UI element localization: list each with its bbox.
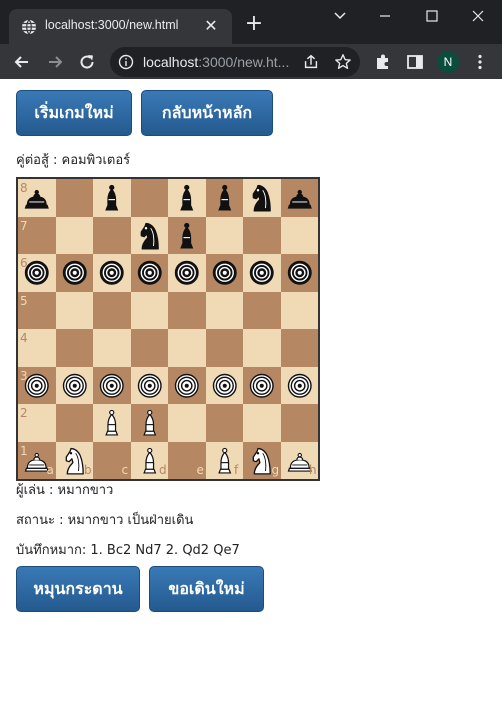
black-knight-icon[interactable] bbox=[243, 179, 281, 217]
white-bishop-icon[interactable] bbox=[93, 404, 131, 442]
square-f7[interactable] bbox=[205, 216, 243, 254]
square-g4[interactable] bbox=[243, 329, 281, 367]
browser-toolbar: localhost:3000/new.ht... N bbox=[0, 44, 502, 79]
black-king-icon[interactable] bbox=[18, 179, 56, 217]
white-pawn-icon[interactable] bbox=[243, 367, 281, 405]
white-pawn-icon[interactable] bbox=[93, 367, 131, 405]
square-d5[interactable] bbox=[130, 291, 168, 329]
square-e2[interactable] bbox=[168, 404, 206, 442]
square-b2[interactable] bbox=[55, 404, 93, 442]
square-h7[interactable] bbox=[280, 216, 318, 254]
square-h2[interactable] bbox=[280, 404, 318, 442]
tab-search-chevron-icon[interactable] bbox=[325, 4, 355, 28]
extensions-puzzle-icon[interactable] bbox=[373, 52, 393, 72]
black-pawn-icon[interactable] bbox=[243, 254, 281, 292]
minimize-icon[interactable] bbox=[370, 4, 400, 28]
browser-titlebar: localhost:3000/new.html ✕ + bbox=[0, 0, 502, 44]
square-f4[interactable] bbox=[205, 329, 243, 367]
opponent-label: คู่ต่อสู้ : คอมพิวเตอร์ bbox=[16, 153, 131, 168]
white-pawn-icon[interactable] bbox=[168, 367, 206, 405]
square-h5[interactable] bbox=[280, 291, 318, 329]
white-pawn-icon[interactable] bbox=[206, 367, 244, 405]
back-arrow-icon[interactable] bbox=[12, 52, 32, 72]
white-pawn-icon[interactable] bbox=[18, 367, 56, 405]
rotate-board-button[interactable]: หมุนกระดาน bbox=[16, 566, 140, 612]
square-c7[interactable] bbox=[93, 216, 131, 254]
white-king-icon[interactable] bbox=[281, 442, 319, 480]
side-panel-icon[interactable] bbox=[405, 52, 425, 72]
square-b5[interactable] bbox=[55, 291, 93, 329]
new-tab-icon[interactable]: + bbox=[243, 13, 265, 36]
share-icon[interactable] bbox=[302, 53, 320, 71]
black-bishop-icon[interactable] bbox=[93, 179, 131, 217]
square-d8[interactable] bbox=[130, 179, 168, 217]
address-bar[interactable]: localhost:3000/new.ht... bbox=[110, 47, 360, 77]
square-a2[interactable] bbox=[18, 404, 56, 442]
new-game-button[interactable]: เริ่มเกมใหม่ bbox=[16, 90, 132, 136]
black-pawn-icon[interactable] bbox=[93, 254, 131, 292]
globe-icon bbox=[22, 19, 36, 35]
black-pawn-icon[interactable] bbox=[131, 254, 169, 292]
move-log: บันทึกหมาก: 1. Bc2 Nd7 2. Qd2 Qe7 bbox=[16, 543, 240, 558]
chess-board[interactable]: 87654321abcdefgh bbox=[16, 177, 320, 481]
square-b7[interactable] bbox=[55, 216, 93, 254]
black-bishop-icon[interactable] bbox=[168, 217, 206, 255]
square-e1[interactable] bbox=[168, 441, 206, 479]
square-g5[interactable] bbox=[243, 291, 281, 329]
square-a4[interactable] bbox=[18, 329, 56, 367]
home-button[interactable]: กลับหน้าหลัก bbox=[141, 90, 273, 136]
white-bishop-icon[interactable] bbox=[131, 442, 169, 480]
black-king-icon[interactable] bbox=[281, 179, 319, 217]
square-g2[interactable] bbox=[243, 404, 281, 442]
square-e5[interactable] bbox=[168, 291, 206, 329]
bookmark-star-icon[interactable] bbox=[334, 53, 352, 71]
close-window-icon[interactable] bbox=[463, 4, 493, 28]
white-pawn-icon[interactable] bbox=[281, 367, 319, 405]
black-pawn-icon[interactable] bbox=[18, 254, 56, 292]
url-path: :3000/new.ht... bbox=[198, 54, 290, 70]
square-h4[interactable] bbox=[280, 329, 318, 367]
kebab-menu-icon[interactable] bbox=[470, 52, 490, 72]
black-bishop-icon[interactable] bbox=[206, 179, 244, 217]
tab-title: localhost:3000/new.html bbox=[45, 18, 179, 32]
square-f5[interactable] bbox=[205, 291, 243, 329]
white-pawn-icon[interactable] bbox=[56, 367, 94, 405]
white-knight-icon[interactable] bbox=[56, 442, 94, 480]
reload-icon[interactable] bbox=[77, 52, 97, 72]
square-c1[interactable] bbox=[93, 441, 131, 479]
page-content: เริ่มเกมใหม่ กลับหน้าหลัก คู่ต่อสู้ : คอ… bbox=[0, 79, 502, 724]
forward-arrow-icon[interactable] bbox=[45, 52, 65, 72]
square-e4[interactable] bbox=[168, 329, 206, 367]
status-label: สถานะ : หมากขาว เป็นฝ่ายเดิน bbox=[16, 513, 194, 528]
white-bishop-icon[interactable] bbox=[131, 404, 169, 442]
square-g7[interactable] bbox=[243, 216, 281, 254]
white-king-icon[interactable] bbox=[18, 442, 56, 480]
black-bishop-icon[interactable] bbox=[168, 179, 206, 217]
white-bishop-icon[interactable] bbox=[206, 442, 244, 480]
undo-move-button[interactable]: ขอเดินใหม่ bbox=[149, 566, 264, 612]
square-b8[interactable] bbox=[55, 179, 93, 217]
black-knight-icon[interactable] bbox=[131, 217, 169, 255]
white-knight-icon[interactable] bbox=[243, 442, 281, 480]
square-f2[interactable] bbox=[205, 404, 243, 442]
black-pawn-icon[interactable] bbox=[206, 254, 244, 292]
black-pawn-icon[interactable] bbox=[281, 254, 319, 292]
square-c4[interactable] bbox=[93, 329, 131, 367]
square-d4[interactable] bbox=[130, 329, 168, 367]
black-pawn-icon[interactable] bbox=[168, 254, 206, 292]
close-tab-icon[interactable]: ✕ bbox=[203, 18, 219, 34]
url-host: localhost bbox=[143, 54, 199, 70]
white-pawn-icon[interactable] bbox=[131, 367, 169, 405]
maximize-icon[interactable] bbox=[417, 4, 447, 28]
square-c5[interactable] bbox=[93, 291, 131, 329]
black-pawn-icon[interactable] bbox=[56, 254, 94, 292]
square-a7[interactable] bbox=[18, 216, 56, 254]
square-a5[interactable] bbox=[18, 291, 56, 329]
info-icon[interactable] bbox=[118, 54, 134, 70]
browser-tab[interactable]: localhost:3000/new.html ✕ bbox=[9, 9, 232, 44]
url-text: localhost:3000/new.ht... bbox=[143, 54, 289, 70]
profile-avatar[interactable]: N bbox=[437, 51, 459, 73]
square-b4[interactable] bbox=[55, 329, 93, 367]
player-label: ผู้เล่น : หมากขาว bbox=[16, 483, 114, 498]
